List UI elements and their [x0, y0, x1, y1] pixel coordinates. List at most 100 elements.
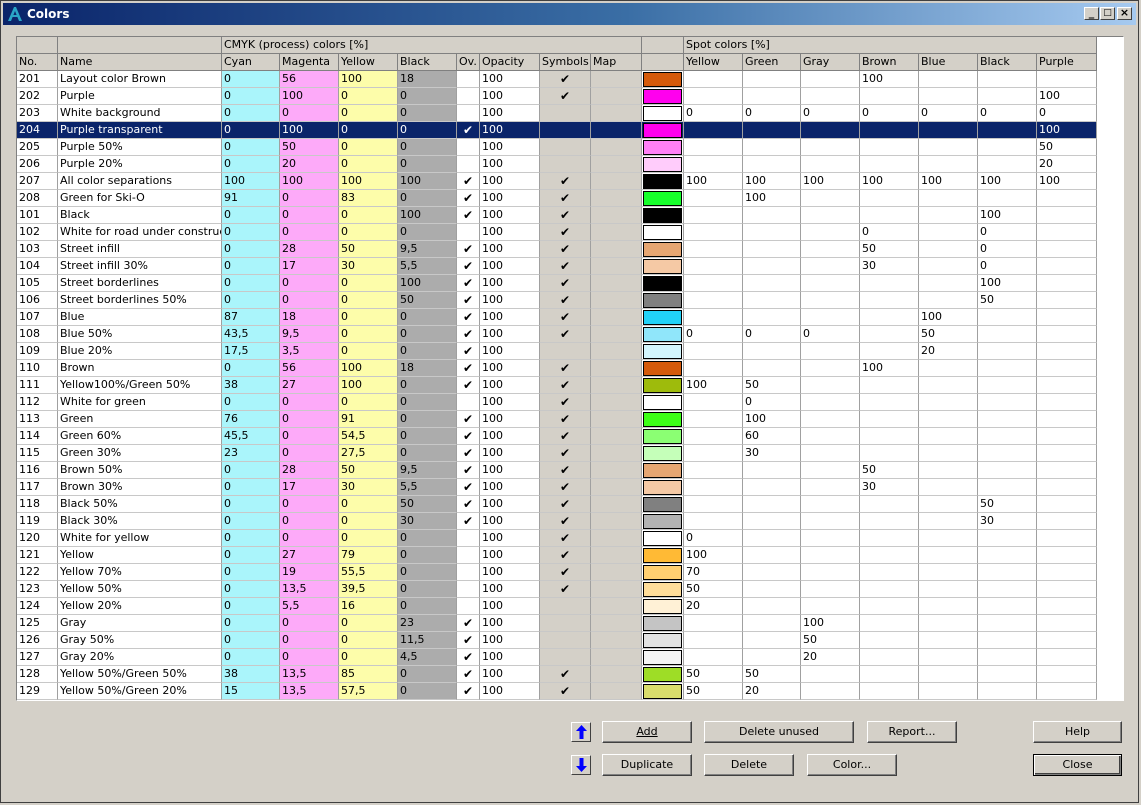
- cell-name[interactable]: Yellow 50%: [58, 581, 222, 598]
- cell-magenta[interactable]: 17: [280, 258, 339, 275]
- cell-magenta[interactable]: 56: [280, 360, 339, 377]
- cell-overprint-check[interactable]: ✔: [457, 445, 480, 462]
- cell-map[interactable]: [591, 105, 642, 122]
- cell-cyan[interactable]: 0: [222, 88, 280, 105]
- cell-spot-gray[interactable]: [801, 258, 860, 275]
- cell-yellow[interactable]: 0: [339, 105, 398, 122]
- cell-symbols-check[interactable]: ✔: [540, 71, 591, 88]
- delete-button[interactable]: Delete: [704, 754, 794, 776]
- cell-symbols-check[interactable]: ✔: [540, 666, 591, 683]
- cell-black[interactable]: 0: [398, 122, 457, 139]
- cell-color-swatch[interactable]: [642, 513, 684, 530]
- cell-name[interactable]: Yellow 50%/Green 50%: [58, 666, 222, 683]
- cell-spot-green[interactable]: [743, 598, 801, 615]
- cell-spot-green[interactable]: [743, 564, 801, 581]
- cell-cyan[interactable]: 0: [222, 615, 280, 632]
- cell-color-swatch[interactable]: [642, 649, 684, 666]
- cell-black[interactable]: 18: [398, 360, 457, 377]
- cell-cyan[interactable]: 91: [222, 190, 280, 207]
- cell-spot-black[interactable]: 30: [978, 513, 1037, 530]
- cell-number[interactable]: 113: [17, 411, 58, 428]
- cell-spot-green[interactable]: [743, 258, 801, 275]
- cell-yellow[interactable]: 0: [339, 615, 398, 632]
- cell-spot-gray[interactable]: [801, 598, 860, 615]
- cell-spot-yellow[interactable]: [684, 156, 743, 173]
- cell-symbols-check[interactable]: ✔: [540, 445, 591, 462]
- cell-symbols-check[interactable]: [540, 343, 591, 360]
- cell-spot-yellow[interactable]: 0: [684, 326, 743, 343]
- cell-spot-blue[interactable]: [919, 666, 978, 683]
- cell-overprint-check[interactable]: ✔: [457, 496, 480, 513]
- cell-spot-yellow[interactable]: [684, 241, 743, 258]
- cell-magenta[interactable]: 9,5: [280, 326, 339, 343]
- cell-spot-black[interactable]: 0: [978, 258, 1037, 275]
- cell-yellow[interactable]: 30: [339, 479, 398, 496]
- cell-magenta[interactable]: 0: [280, 513, 339, 530]
- cell-spot-yellow[interactable]: [684, 428, 743, 445]
- cell-spot-yellow[interactable]: [684, 394, 743, 411]
- cell-yellow[interactable]: 85: [339, 666, 398, 683]
- cell-spot-brown[interactable]: [860, 547, 919, 564]
- cell-spot-blue[interactable]: [919, 428, 978, 445]
- cell-number[interactable]: 126: [17, 632, 58, 649]
- cell-spot-blue[interactable]: [919, 462, 978, 479]
- cell-spot-black[interactable]: 0: [978, 105, 1037, 122]
- cell-yellow[interactable]: 0: [339, 496, 398, 513]
- cell-yellow[interactable]: 0: [339, 530, 398, 547]
- cell-spot-purple[interactable]: [1037, 428, 1097, 445]
- cell-spot-blue[interactable]: [919, 615, 978, 632]
- cell-color-swatch[interactable]: [642, 360, 684, 377]
- cell-spot-yellow[interactable]: [684, 190, 743, 207]
- cell-number[interactable]: 118: [17, 496, 58, 513]
- cell-spot-gray[interactable]: [801, 496, 860, 513]
- cell-opacity[interactable]: 100: [480, 445, 540, 462]
- cell-black[interactable]: 0: [398, 309, 457, 326]
- cell-name[interactable]: Yellow 50%/Green 20%: [58, 683, 222, 700]
- cell-spot-green[interactable]: [743, 139, 801, 156]
- cell-yellow[interactable]: 0: [339, 343, 398, 360]
- cell-spot-brown[interactable]: [860, 666, 919, 683]
- cell-symbols-check[interactable]: ✔: [540, 547, 591, 564]
- cell-map[interactable]: [591, 462, 642, 479]
- cell-spot-black[interactable]: 100: [978, 275, 1037, 292]
- cell-spot-yellow[interactable]: [684, 122, 743, 139]
- cell-black[interactable]: 0: [398, 343, 457, 360]
- cell-black[interactable]: 100: [398, 173, 457, 190]
- cell-yellow[interactable]: 0: [339, 309, 398, 326]
- cell-spot-blue[interactable]: [919, 156, 978, 173]
- cell-spot-green[interactable]: 60: [743, 428, 801, 445]
- cell-black[interactable]: 0: [398, 581, 457, 598]
- cell-black[interactable]: 0: [398, 377, 457, 394]
- cell-cyan[interactable]: 0: [222, 156, 280, 173]
- cell-spot-black[interactable]: [978, 547, 1037, 564]
- cell-spot-yellow[interactable]: 50: [684, 666, 743, 683]
- cell-magenta[interactable]: 0: [280, 428, 339, 445]
- cell-number[interactable]: 101: [17, 207, 58, 224]
- cell-magenta[interactable]: 0: [280, 292, 339, 309]
- cell-spot-yellow[interactable]: [684, 496, 743, 513]
- cell-black[interactable]: 18: [398, 71, 457, 88]
- cell-cyan[interactable]: 43,5: [222, 326, 280, 343]
- cell-number[interactable]: 114: [17, 428, 58, 445]
- cell-spot-blue[interactable]: [919, 581, 978, 598]
- cell-map[interactable]: [591, 666, 642, 683]
- cell-overprint-check[interactable]: [457, 564, 480, 581]
- cell-spot-purple[interactable]: [1037, 326, 1097, 343]
- cell-number[interactable]: 122: [17, 564, 58, 581]
- cell-spot-brown[interactable]: [860, 343, 919, 360]
- cell-spot-green[interactable]: 0: [743, 105, 801, 122]
- column-header[interactable]: No.: [17, 54, 58, 71]
- cell-spot-green[interactable]: [743, 615, 801, 632]
- cell-spot-purple[interactable]: 50: [1037, 139, 1097, 156]
- cell-spot-brown[interactable]: 50: [860, 241, 919, 258]
- cell-spot-brown[interactable]: [860, 207, 919, 224]
- cell-number[interactable]: 205: [17, 139, 58, 156]
- cell-number[interactable]: 124: [17, 598, 58, 615]
- cell-magenta[interactable]: 13,5: [280, 666, 339, 683]
- cell-spot-brown[interactable]: [860, 156, 919, 173]
- cell-yellow[interactable]: 55,5: [339, 564, 398, 581]
- cell-name[interactable]: White background: [58, 105, 222, 122]
- cell-yellow[interactable]: 79: [339, 547, 398, 564]
- cell-spot-gray[interactable]: [801, 156, 860, 173]
- cell-spot-yellow[interactable]: [684, 632, 743, 649]
